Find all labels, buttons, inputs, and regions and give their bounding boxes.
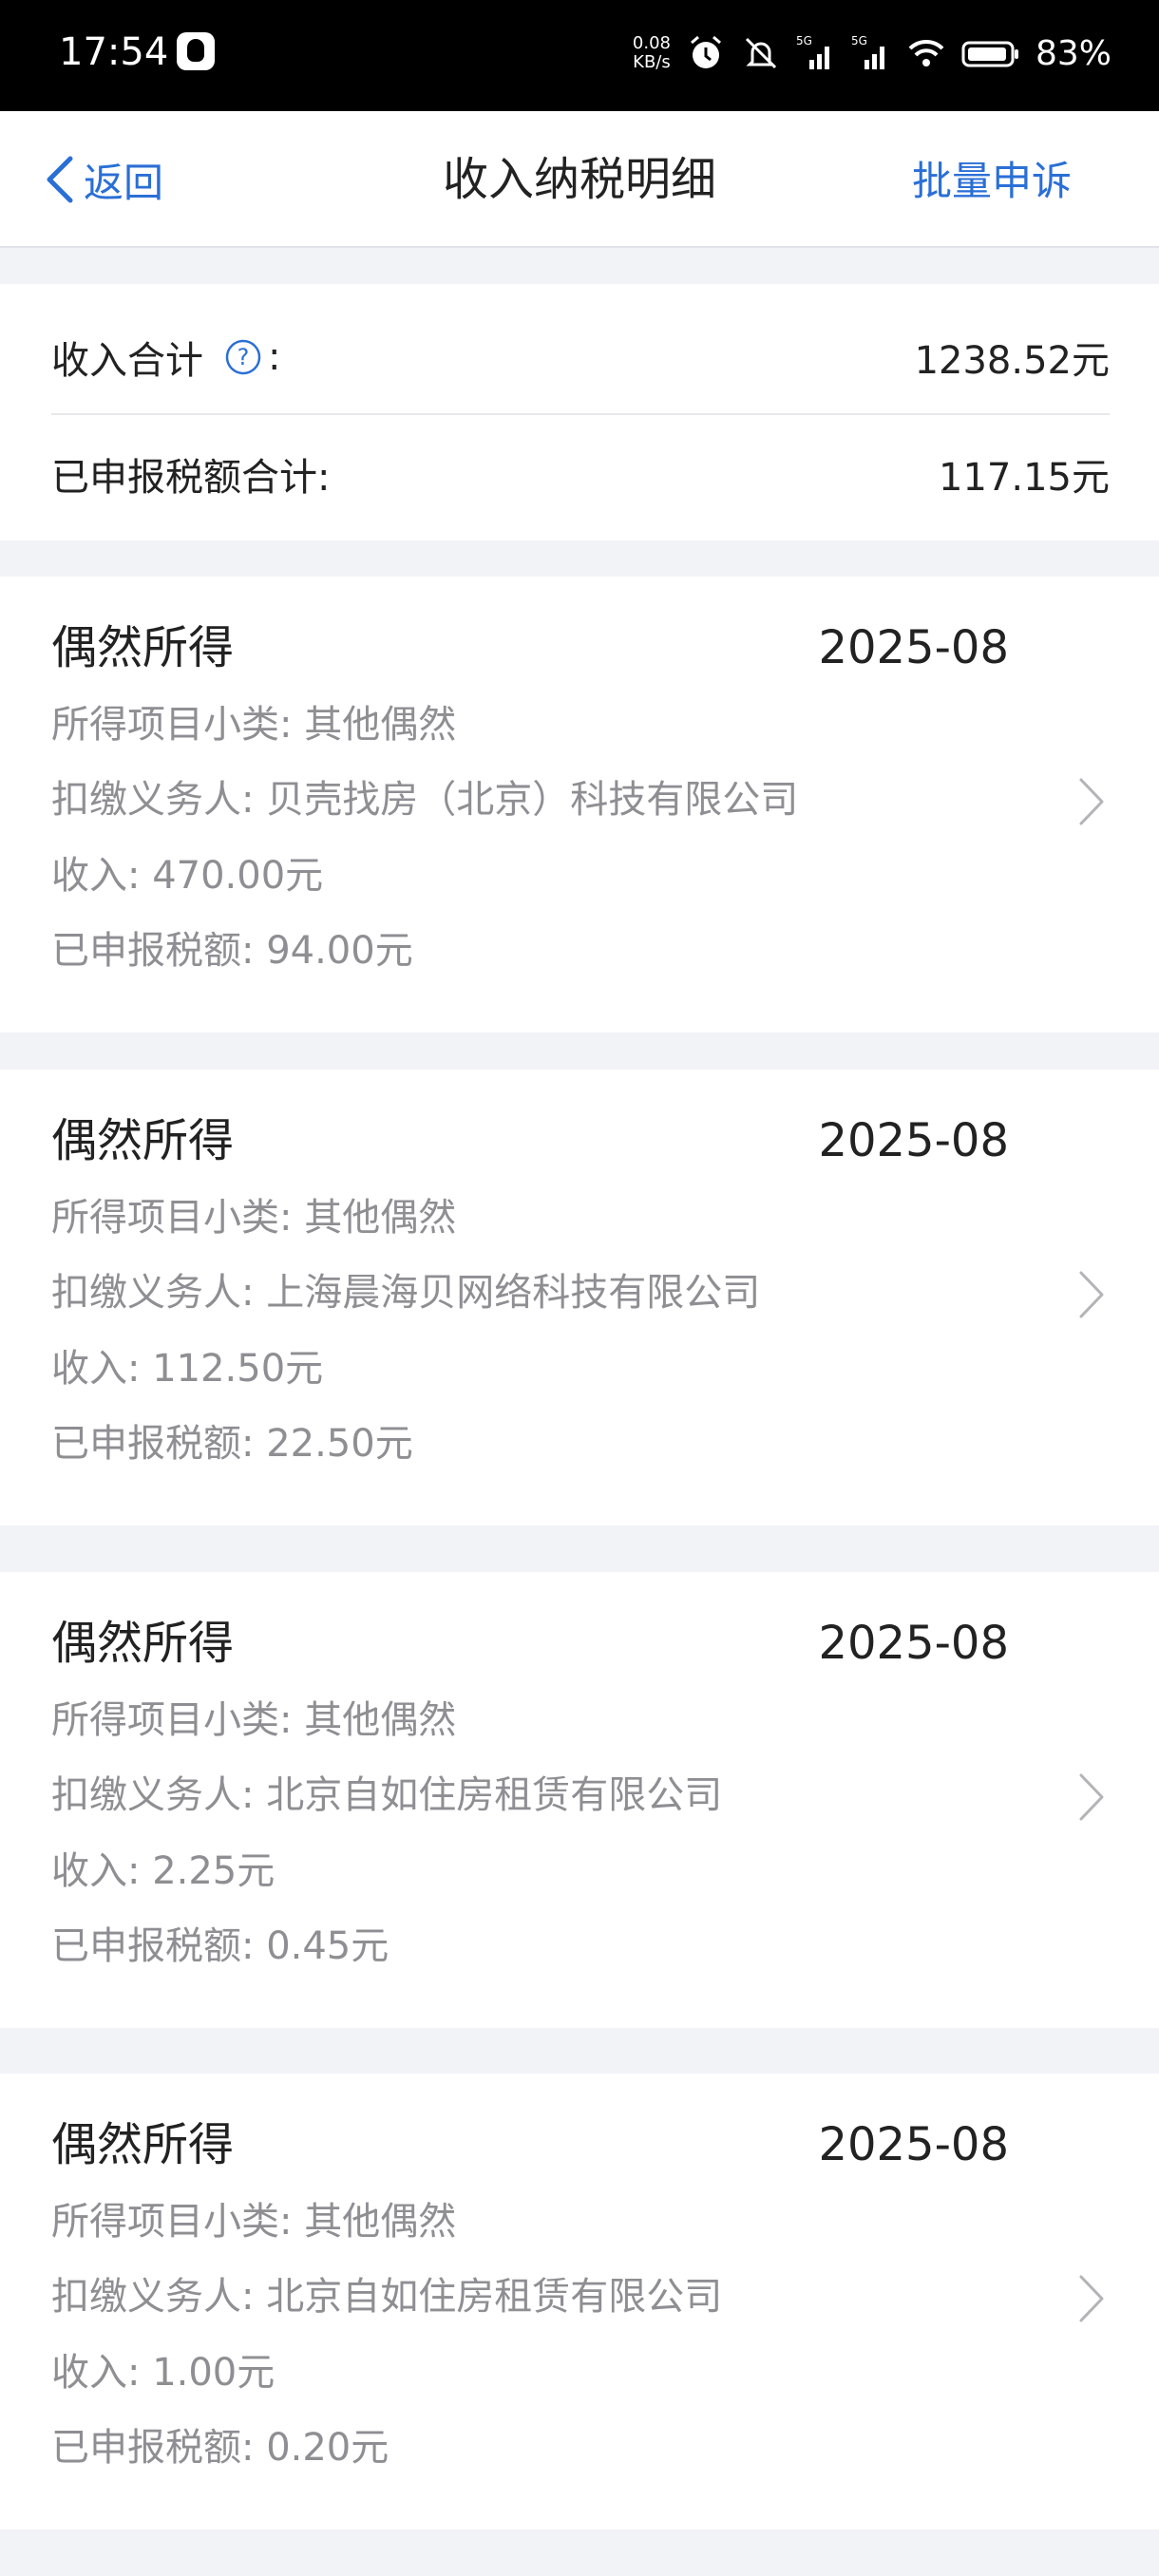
income-type: 偶然所得 bbox=[51, 1617, 235, 1670]
income-total-row: 收入合计 ? : 1238.52元 bbox=[51, 301, 1110, 415]
income-record-card[interactable]: 偶然所得 2025-08 所得项目小类: 其他偶然 扣缴义务人: 贝壳找房（北京… bbox=[0, 577, 1159, 1032]
qq-notification-icon bbox=[177, 32, 215, 70]
tax-amount-text: 已申报税额: 0.45元 bbox=[51, 1924, 390, 1968]
income-amount-text: 收入: 1.00元 bbox=[51, 2351, 276, 2395]
summary-panel: 收入合计 ? : 1238.52元 已申报税额合计: 117.15元 bbox=[0, 284, 1159, 540]
wifi-icon bbox=[908, 39, 944, 66]
tax-total-value: 117.15元 bbox=[939, 456, 1110, 500]
income-total-colon: : bbox=[268, 335, 281, 379]
svg-text:5G: 5G bbox=[851, 34, 867, 47]
income-record-card[interactable]: 偶然所得 2025-08 所得项目小类: 其他偶然 扣缴义务人: 上海晨海贝网络… bbox=[0, 1070, 1159, 1525]
chevron-right-icon bbox=[1079, 1773, 1104, 1821]
status-bar: 17:54 0.08 KB/s 5G 5G 83% bbox=[0, 0, 1159, 111]
subcategory-text: 所得项目小类: 其他偶然 bbox=[51, 1196, 457, 1240]
income-record-card[interactable]: 偶然所得 2025-08 所得项目小类: 其他偶然 扣缴义务人: 北京自如住房租… bbox=[0, 1572, 1159, 2028]
svg-text:?: ? bbox=[238, 344, 250, 370]
income-amount-text: 收入: 112.50元 bbox=[51, 1347, 324, 1391]
withholder-text: 扣缴义务人: 上海晨海贝网络科技有限公司 bbox=[51, 1271, 761, 1315]
signal-5g-icon-2: 5G bbox=[851, 34, 884, 69]
income-total-value: 1238.52元 bbox=[914, 339, 1110, 383]
nav-bar: 返回 收入纳税明细 批量申诉 bbox=[0, 111, 1159, 248]
help-icon[interactable]: ? bbox=[224, 338, 262, 376]
signal-5g-icon: 5G bbox=[796, 34, 829, 69]
status-time: 17:54 bbox=[59, 30, 169, 74]
income-period: 2025-08 bbox=[818, 2118, 1009, 2171]
batch-appeal-button[interactable]: 批量申诉 bbox=[912, 153, 1072, 210]
tax-amount-text: 已申报税额: 0.20元 bbox=[51, 2426, 390, 2470]
net-speed: 0.08 KB/s bbox=[632, 33, 671, 72]
svg-text:5G: 5G bbox=[796, 34, 812, 47]
income-period: 2025-08 bbox=[818, 621, 1009, 674]
subcategory-text: 所得项目小类: 其他偶然 bbox=[51, 1698, 457, 1742]
chevron-right-icon bbox=[1079, 1271, 1104, 1318]
income-total-label: 收入合计 bbox=[51, 339, 203, 383]
mute-bell-icon bbox=[745, 37, 777, 69]
withholder-text: 扣缴义务人: 贝壳找房（北京）科技有限公司 bbox=[51, 778, 799, 822]
income-amount-text: 收入: 470.00元 bbox=[51, 854, 324, 898]
income-amount-text: 收入: 2.25元 bbox=[51, 1849, 276, 1893]
tax-amount-text: 已申报税额: 94.00元 bbox=[51, 929, 413, 973]
subcategory-text: 所得项目小类: 其他偶然 bbox=[51, 2200, 457, 2244]
alarm-icon bbox=[691, 35, 721, 68]
chevron-right-icon bbox=[1079, 778, 1104, 825]
battery-icon bbox=[961, 41, 1018, 67]
tax-total-row: 已申报税额合计: 117.15元 bbox=[51, 417, 1110, 531]
withholder-text: 扣缴义务人: 北京自如住房租赁有限公司 bbox=[51, 1773, 723, 1817]
tax-amount-text: 已申报税额: 22.50元 bbox=[51, 1422, 413, 1466]
income-period: 2025-08 bbox=[818, 1617, 1009, 1670]
chevron-right-icon bbox=[1079, 2275, 1104, 2322]
income-type: 偶然所得 bbox=[51, 621, 235, 674]
subcategory-text: 所得项目小类: 其他偶然 bbox=[51, 703, 457, 747]
status-icons: 0.08 KB/s 5G 5G 83% bbox=[633, 27, 1112, 80]
battery-percent: 83% bbox=[1035, 33, 1112, 73]
tax-total-label: 已申报税额合计: bbox=[51, 456, 331, 500]
withholder-text: 扣缴义务人: 北京自如住房租赁有限公司 bbox=[51, 2275, 723, 2319]
income-record-card[interactable]: 偶然所得 2025-08 所得项目小类: 其他偶然 扣缴义务人: 北京自如住房租… bbox=[0, 2074, 1159, 2529]
income-period: 2025-08 bbox=[818, 1114, 1009, 1167]
income-type: 偶然所得 bbox=[51, 1114, 235, 1167]
income-type: 偶然所得 bbox=[51, 2118, 235, 2171]
